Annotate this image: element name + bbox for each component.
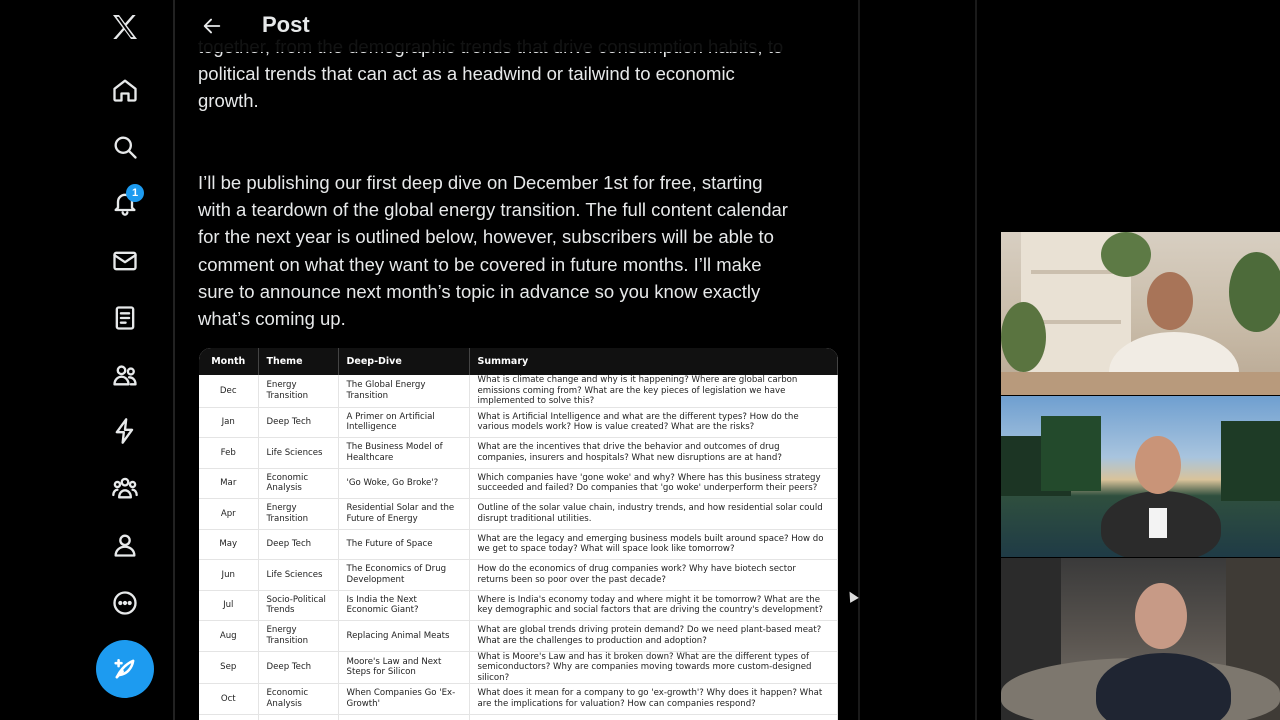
theme-cell: Socio-Political Trends [258,590,339,621]
theme-cell: Energy Transition [258,498,339,530]
month-cell: May [199,529,259,560]
deep-dive-cell: The Business Model of Healthcare [338,437,470,469]
notifications-bell-icon[interactable]: 1 [104,182,146,224]
summary-cell: What does it mean for a company to go 'e… [469,683,838,715]
month-cell [199,714,259,720]
summary-cell: How do the economics of drug companies w… [469,559,838,591]
column-divider [975,0,977,720]
summary-cell: What is Moore's Law and has it broken do… [469,651,838,684]
table-row: Oct Economic Analysis When Companies Go 'E… [199,683,838,715]
deep-dive-cell: The Global Energy Transition [338,375,470,408]
month-cell: Apr [199,498,259,530]
column-header: Deep-Dive [338,348,470,375]
summary-cell: Outline of the solar value chain, indust… [469,498,838,530]
theme-cell: Economic Analysis [258,683,339,715]
table-row: May Deep Tech The Future of Space What are … [199,529,838,560]
theme-cell: Deep Tech [258,407,339,438]
column-divider [173,0,175,720]
summary-cell: What is climate change and why is it hap… [469,375,838,408]
video-participant-tile [1001,232,1280,395]
content-calendar-image[interactable]: Month Theme Deep-Dive Summary Dec Energy … [199,348,838,720]
month-cell: Jul [199,590,259,621]
profile-icon[interactable] [104,524,146,566]
summary-cell: Which companies have 'gone woke' and why… [469,468,838,499]
theme-cell: Deep Tech [258,651,339,684]
table-row: Jul Socio-Political Trends Is India the Ne… [199,590,838,621]
home-icon[interactable] [104,69,146,111]
deep-dive-cell: 'Go Woke, Go Broke'? [338,468,470,499]
summary-cell: What are global trends driving protein d… [469,620,838,652]
table-row: Sep Deep Tech Moore's Law and Next Steps f… [199,651,838,684]
column-divider [858,0,860,720]
sidebar-nav: 1 [0,0,172,720]
table-header-row: Month Theme Deep-Dive Summary [199,348,838,375]
post-body-paragraph: I’ll be publishing our first deep dive o… [198,172,788,330]
month-cell: Mar [199,468,259,499]
month-cell: Dec [199,375,259,408]
deep-dive-cell: When Companies Go 'Ex-Growth' [338,683,470,715]
page-title: Post [262,12,310,37]
deep-dive-cell: The Future of Space [338,529,470,560]
post-detail-column: Post together, from the demographic tren… [178,0,858,720]
column-header: Theme [258,348,339,375]
summary-cell: What are the legacy and emerging busines… [469,529,838,560]
month-cell: Sep [199,651,259,684]
table-row: Socio-PoliticalA Demographic and SocialW… [199,714,838,720]
theme-cell: Deep Tech [258,529,339,560]
video-participant-tile [1001,396,1280,557]
column-header: Month [199,348,259,375]
theme-cell: Life Sciences [258,559,339,591]
month-cell: Aug [199,620,259,652]
theme-cell: Energy Transition [258,375,339,408]
table-row: Jan Deep Tech A Primer on Artificial Intel… [199,407,838,438]
deep-dive-cell: A Primer on Artificial Intelligence [338,407,470,438]
more-options-icon[interactable] [104,582,146,624]
month-cell: Jun [199,559,259,591]
summary-cell: What are the incentives that drive the b… [469,437,838,469]
table-row: Mar Economic Analysis 'Go Woke, Go Broke'?… [199,468,838,499]
post-header: Post [178,0,858,52]
notification-badge: 1 [126,184,144,202]
back-arrow-icon[interactable] [198,12,226,40]
deep-dive-cell: Residential Solar and the Future of Ener… [338,498,470,530]
communities-icon[interactable] [104,354,146,396]
month-cell: Jan [199,407,259,438]
deep-dive-cell: Moore's Law and Next Steps for Silicon [338,651,470,684]
theme-cell: Economic Analysis [258,468,339,499]
theme-cell: Life Sciences [258,437,339,469]
groups-people-icon[interactable] [104,467,146,509]
table-row: Dec Energy Transition The Global Energy Tr… [199,375,838,408]
summary-cell: Where is America today? A visual represe… [469,714,838,720]
table-row: Apr Energy Transition Residential Solar an… [199,498,838,530]
summary-cell: What is Artificial Intelligence and what… [469,407,838,438]
lists-icon[interactable] [104,297,146,339]
theme-cell: Socio-Political [258,714,339,720]
video-participant-tile [1001,558,1280,720]
month-cell: Feb [199,437,259,469]
deep-dive-cell: A Demographic and Social [338,714,470,720]
premium-lightning-icon[interactable] [104,410,146,452]
search-icon[interactable] [104,126,146,168]
summary-cell: Where is India's economy today and where… [469,590,838,621]
table-row: Jun Life Sciences The Economics of Drug De… [199,559,838,591]
deep-dive-cell: Replacing Animal Meats [338,620,470,652]
theme-cell: Energy Transition [258,620,339,652]
messages-mail-icon[interactable] [104,240,146,282]
table-row: Feb Life Sciences The Business Model of He… [199,437,838,469]
compose-post-button[interactable] [96,640,154,698]
deep-dive-cell: The Economics of Drug Development [338,559,470,591]
column-header: Summary [469,348,838,375]
month-cell: Oct [199,683,259,715]
deep-dive-cell: Is India the Next Economic Giant? [338,590,470,621]
content-calendar-table: Month Theme Deep-Dive Summary Dec Energy … [199,348,838,720]
feather-plus-icon [114,658,135,679]
x-logo-icon[interactable] [104,6,146,48]
table-row: Aug Energy Transition Replacing Animal Mea… [199,620,838,652]
